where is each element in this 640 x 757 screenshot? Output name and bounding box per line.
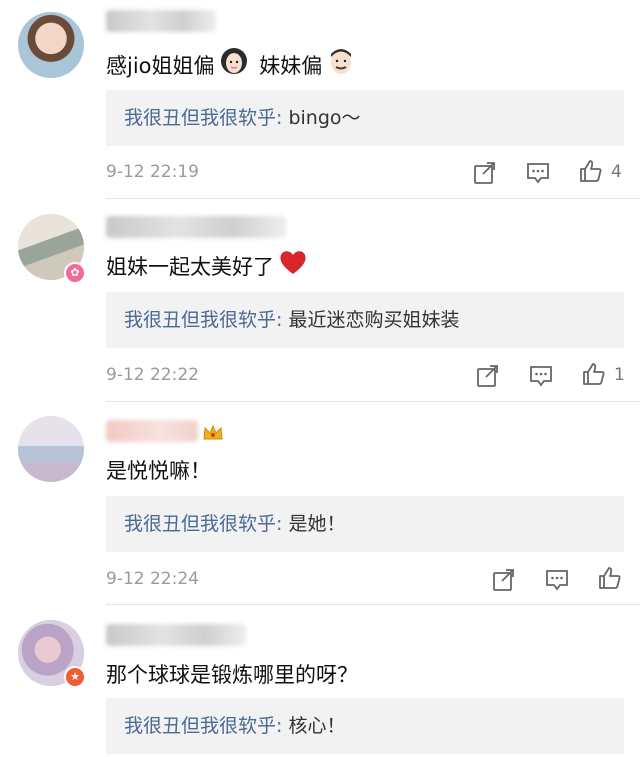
comment-text-part-2: 妹妹偏	[259, 54, 323, 78]
divider	[106, 401, 640, 402]
reply-box[interactable]: 我很丑但我很软乎: 是她！	[106, 496, 624, 552]
like-icon[interactable]	[597, 565, 623, 591]
comment-text: 那个球球是锻炼哪里的呀？	[106, 663, 358, 687]
share-icon[interactable]	[475, 363, 501, 389]
reply-box[interactable]: 我很丑但我很软乎: 核心！	[106, 698, 624, 754]
divider	[106, 198, 640, 199]
crown-icon	[202, 424, 224, 442]
username-blurred[interactable]	[106, 420, 198, 442]
reply-separator: :	[276, 715, 289, 737]
heart-icon	[278, 248, 308, 284]
comment-icon[interactable]	[544, 567, 570, 593]
vip-badge-icon: ★	[64, 666, 86, 688]
woman-emoji-icon	[219, 46, 249, 84]
reply-text: 是她！	[288, 513, 346, 535]
timestamp: 9-12 22:19	[106, 162, 199, 182]
timestamp: 9-12 22:24	[106, 569, 199, 589]
like-count: 4	[611, 162, 622, 182]
reply-text: 核心！	[288, 715, 346, 737]
avatar[interactable]	[18, 12, 84, 78]
reply-text: 最近迷恋购买姐妹装	[288, 309, 460, 331]
share-icon[interactable]	[491, 567, 517, 593]
reply-text: bingo～	[288, 107, 361, 129]
divider	[106, 604, 640, 605]
reply-author[interactable]: 我很丑但我很软乎	[124, 107, 276, 129]
reply-separator: :	[276, 107, 289, 129]
man-emoji-icon	[326, 46, 356, 84]
reply-box[interactable]: 我很丑但我很软乎: 最近迷恋购买姐妹装	[106, 292, 624, 348]
reply-author[interactable]: 我很丑但我很软乎	[124, 513, 276, 535]
comment-text-part-1: 感jio姐姐偏	[106, 54, 215, 78]
like-icon[interactable]	[578, 158, 604, 184]
reply-box[interactable]: 我很丑但我很软乎: bingo～	[106, 90, 624, 146]
share-icon[interactable]	[472, 160, 498, 186]
comment-text-part: 姐妹一起太美好了	[106, 255, 274, 279]
comment-text: 感jio姐姐偏 妹妹偏	[106, 48, 360, 84]
reply-separator: :	[276, 309, 289, 331]
reply-author[interactable]: 我很丑但我很软乎	[124, 309, 276, 331]
comment-icon[interactable]	[525, 160, 551, 186]
username-blurred[interactable]	[106, 624, 246, 646]
avatar[interactable]	[18, 416, 84, 482]
username-blurred[interactable]	[106, 10, 216, 32]
like-icon[interactable]	[581, 361, 607, 387]
timestamp: 9-12 22:22	[106, 365, 199, 385]
reply-author[interactable]: 我很丑但我很软乎	[124, 715, 276, 737]
reply-separator: :	[276, 513, 289, 535]
comment-text: 姐妹一起太美好了	[106, 251, 312, 284]
comment-icon[interactable]	[528, 363, 554, 389]
username-blurred[interactable]	[106, 216, 286, 238]
comment-text: 是悦悦嘛！	[106, 459, 211, 483]
verified-badge-icon: ✿	[64, 262, 86, 284]
like-count: 1	[614, 365, 625, 385]
